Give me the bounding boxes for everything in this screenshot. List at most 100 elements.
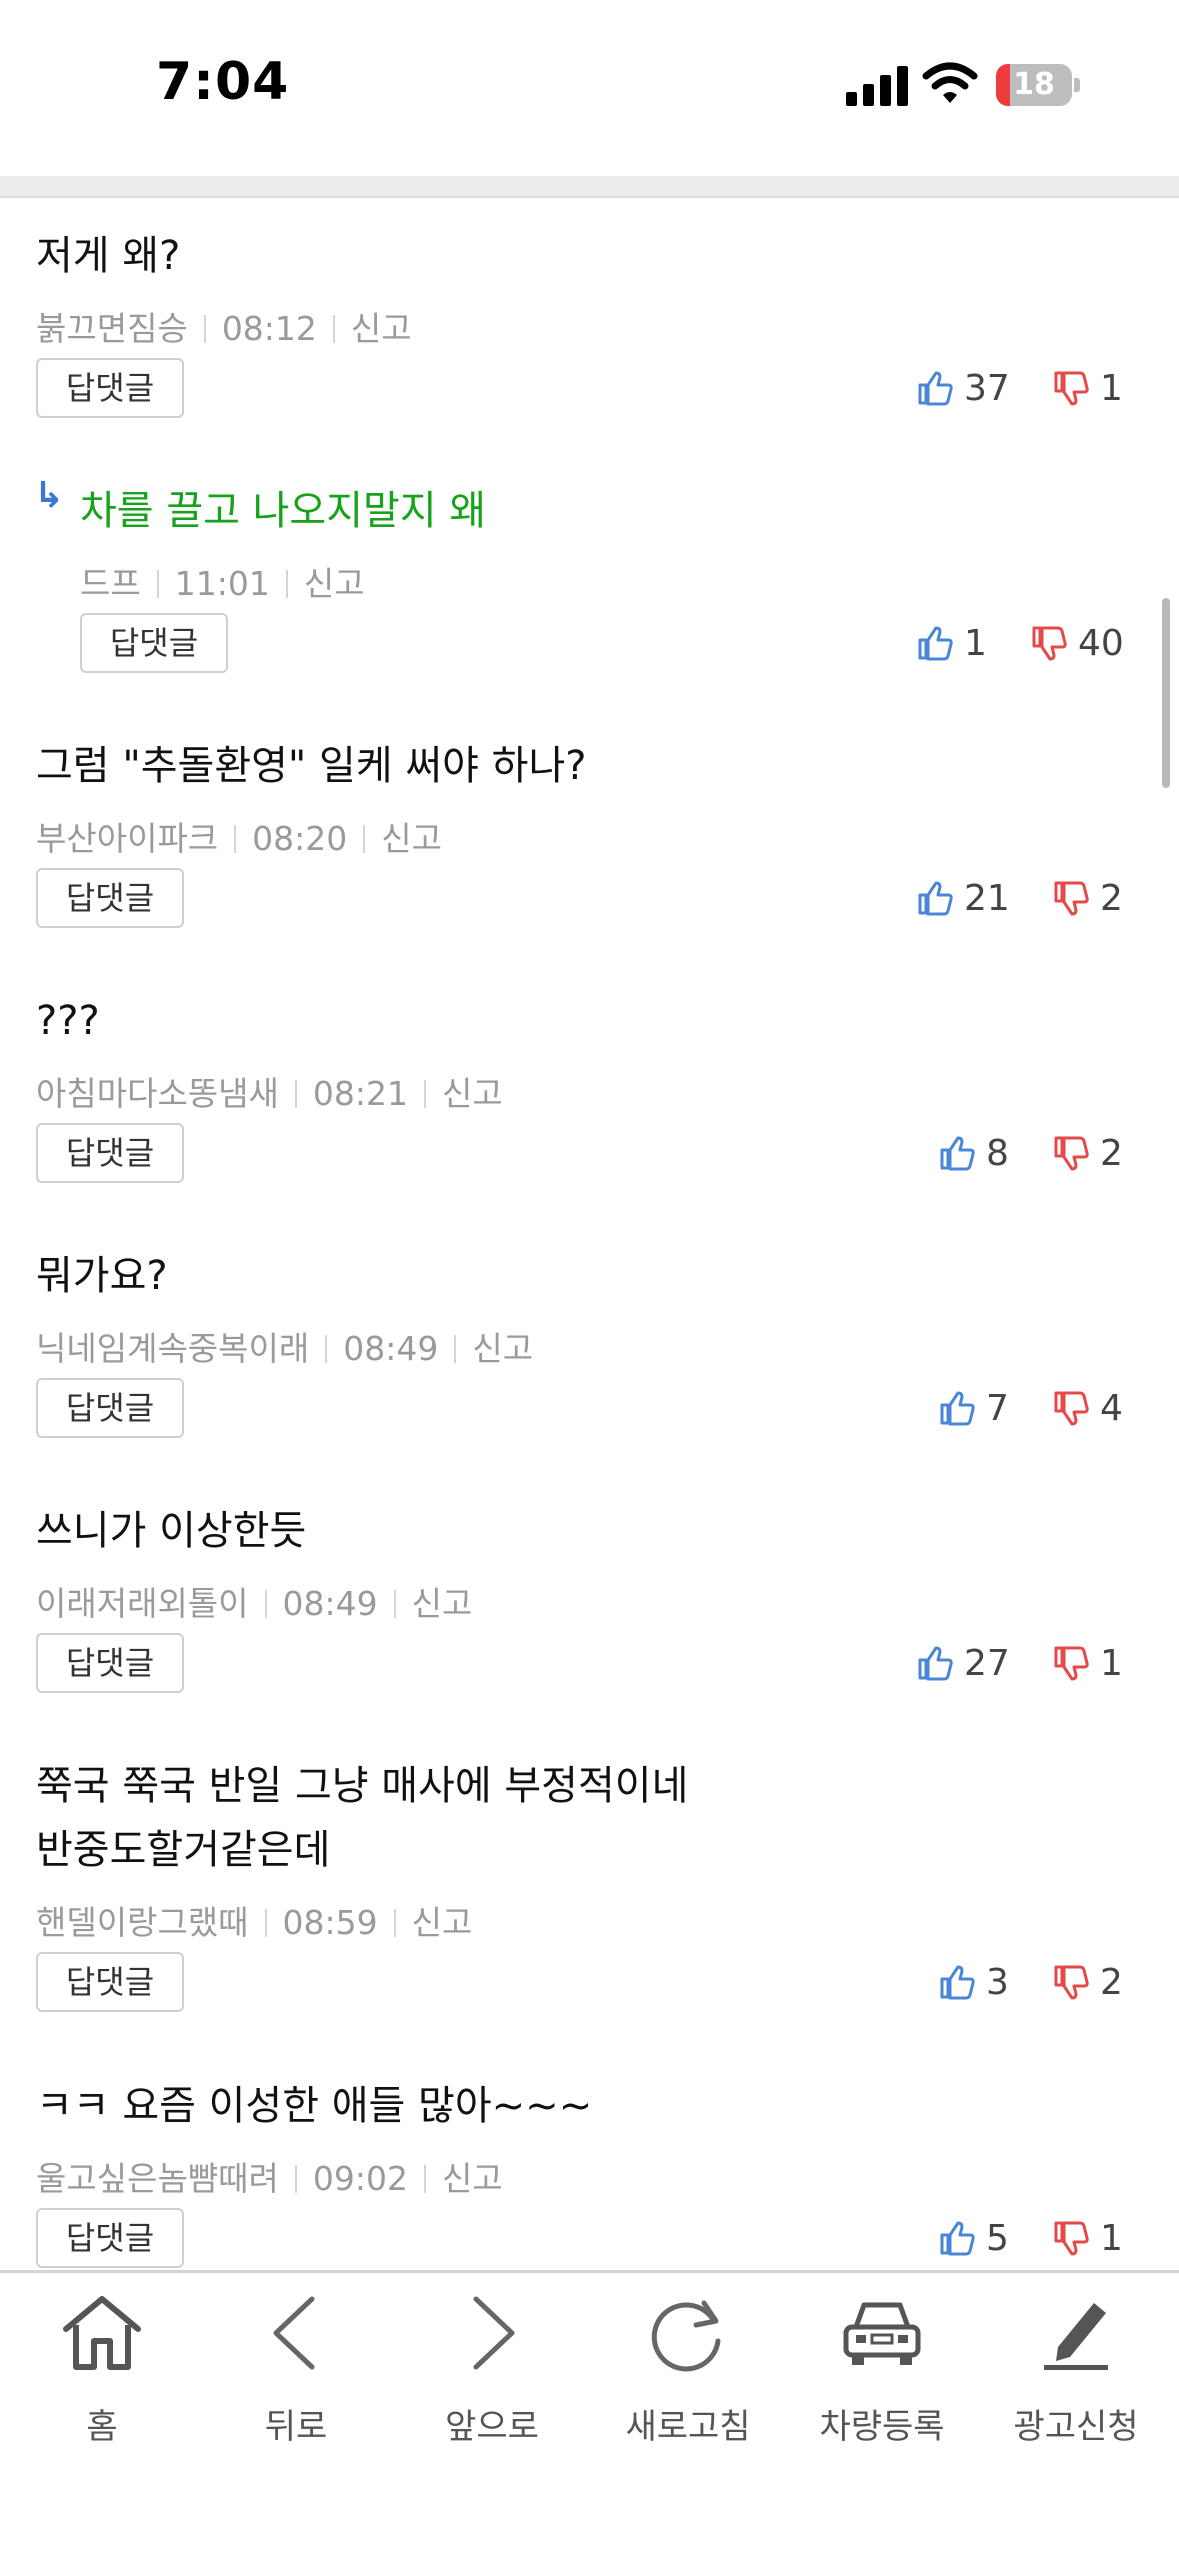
comment-time: 08:20	[252, 819, 348, 858]
thumbs-up-icon	[940, 1965, 975, 2000]
dislike-button[interactable]: 1	[1052, 1638, 1123, 1688]
dislike-count: 4	[1100, 1387, 1123, 1429]
nav-label: 홈	[86, 2407, 118, 2447]
like-button[interactable]: 21	[916, 873, 1010, 923]
report-link[interactable]: 신고	[472, 1329, 533, 1368]
reply-button[interactable]: 답댓글	[36, 2208, 184, 2268]
comment-author[interactable]: 붉끄면짐승	[36, 309, 188, 348]
comment-meta: 핸델이랑그랬때 08:59 신고	[36, 1896, 472, 1944]
comment-author[interactable]: 닉네임계속중복이래	[36, 1329, 309, 1368]
dislike-button[interactable]: 2	[1052, 873, 1123, 923]
thumbs-up-icon	[940, 1136, 975, 1171]
scrollbar[interactable]	[1162, 598, 1170, 788]
comment-item: 저게 왜? 붉끄면짐승 08:12 신고 답댓글 37 1	[0, 198, 1179, 455]
wifi-icon	[922, 62, 978, 103]
report-link[interactable]: 신고	[381, 819, 442, 858]
like-count: 21	[964, 877, 1010, 919]
nav-home-button[interactable]: 홈	[4, 2293, 200, 2493]
comment-meta: 이래저래외톨이 08:49 신고	[36, 1577, 472, 1625]
dislike-button[interactable]: 2	[1052, 1128, 1123, 1178]
thumbs-down-icon	[1032, 626, 1067, 661]
thumbs-down-icon	[1054, 1391, 1089, 1426]
dislike-count: 1	[1100, 1642, 1123, 1684]
dislike-count: 2	[1100, 1961, 1123, 2003]
dislike-button[interactable]: 2	[1052, 1957, 1123, 2007]
report-link[interactable]: 신고	[304, 564, 365, 603]
nav-car-register-button[interactable]: 차량등록	[784, 2293, 980, 2493]
dislike-button[interactable]: 4	[1052, 1383, 1123, 1433]
comment-author[interactable]: 핸델이랑그랬때	[36, 1903, 249, 1942]
thumbs-down-icon	[1054, 1646, 1089, 1681]
comment-author[interactable]: 부산아이파크	[36, 819, 218, 858]
comment-text: 저게 왜?	[36, 233, 181, 279]
comment-meta: 드프 11:01 신고	[80, 557, 365, 605]
comment-text: ㅋㅋ 요즘 이성한 애들 많아~~~	[36, 2083, 593, 2129]
reply-button[interactable]: 답댓글	[36, 1123, 184, 1183]
reply-button[interactable]: 답댓글	[36, 868, 184, 928]
comment-time: 08:49	[282, 1584, 378, 1623]
comment-meta: 닉네임계속중복이래 08:49 신고	[36, 1322, 533, 1370]
thumbs-down-icon	[1054, 1965, 1089, 2000]
report-link[interactable]: 신고	[351, 309, 412, 348]
section-divider	[0, 176, 1179, 198]
thumbs-up-icon	[918, 371, 953, 406]
like-button[interactable]: 1	[916, 618, 987, 668]
bottom-nav: 홈 뒤로 앞으로 새로고침 차량등록 광고신청	[0, 2270, 1179, 2559]
reply-button[interactable]: 답댓글	[36, 1378, 184, 1438]
refresh-icon	[651, 2300, 721, 2372]
dislike-count: 40	[1078, 622, 1124, 664]
dislike-count: 2	[1100, 877, 1123, 919]
like-count: 27	[964, 1642, 1010, 1684]
nav-refresh-button[interactable]: 새로고침	[590, 2293, 786, 2493]
nav-back-button[interactable]: 뒤로	[198, 2293, 394, 2493]
comment-meta: 부산아이파크 08:20 신고	[36, 812, 442, 860]
comment-time: 08:49	[343, 1329, 439, 1368]
comment-author[interactable]: 아침마다소똥냄새	[36, 1074, 279, 1113]
chevron-right-icon	[473, 2296, 515, 2370]
like-button[interactable]: 27	[916, 1638, 1010, 1688]
report-link[interactable]: 신고	[442, 1074, 503, 1113]
like-button[interactable]: 3	[938, 1957, 1009, 2007]
thumbs-up-icon	[940, 2221, 975, 2256]
status-time: 7:04	[156, 52, 290, 112]
nav-forward-button[interactable]: 앞으로	[394, 2293, 590, 2493]
comment-item: ㅋㅋ 요즘 이성한 애들 많아~~~ 울고싶은놈뺨때려 09:02 신고 답댓글 5 1	[0, 2048, 1179, 2305]
report-link[interactable]: 신고	[412, 1903, 473, 1942]
reply-button[interactable]: 답댓글	[36, 1633, 184, 1693]
dislike-button[interactable]: 40	[1030, 618, 1124, 668]
reply-button[interactable]: 답댓글	[36, 358, 184, 418]
comment-author[interactable]: 울고싶은놈뺨때려	[36, 2159, 279, 2198]
comment-author[interactable]: 이래저래외톨이	[36, 1584, 249, 1623]
like-button[interactable]: 37	[916, 363, 1010, 413]
dislike-count: 2	[1100, 1132, 1123, 1174]
thumbs-down-icon	[1054, 371, 1089, 406]
nav-label: 광고신청	[1013, 2407, 1139, 2447]
nav-label: 앞으로	[445, 2407, 539, 2447]
comment-time: 08:21	[312, 1074, 408, 1113]
comment-text: 뭐가요?	[36, 1253, 168, 1299]
dislike-button[interactable]: 1	[1052, 2213, 1123, 2263]
thumbs-up-icon	[918, 881, 953, 916]
like-count: 1	[964, 622, 987, 664]
like-count: 5	[986, 2217, 1009, 2259]
like-button[interactable]: 5	[938, 2213, 1009, 2263]
thumbs-up-icon	[918, 626, 953, 661]
like-button[interactable]: 7	[938, 1383, 1009, 1433]
comment-meta: 아침마다소똥냄새 08:21 신고	[36, 1067, 503, 1115]
nav-label: 새로고침	[625, 2407, 751, 2447]
reply-button[interactable]: 답댓글	[36, 1952, 184, 2012]
like-count: 8	[986, 1132, 1009, 1174]
comment-author[interactable]: 드프	[80, 564, 141, 603]
thumbs-up-icon	[918, 1646, 953, 1681]
reply-button[interactable]: 답댓글	[80, 613, 228, 673]
like-button[interactable]: 8	[938, 1128, 1009, 1178]
nav-ad-request-button[interactable]: 광고신청	[978, 2293, 1174, 2493]
comment-text: 차를 끌고 나오지말지 왜	[80, 488, 487, 534]
report-link[interactable]: 신고	[442, 2159, 503, 2198]
dislike-count: 1	[1100, 367, 1123, 409]
dislike-button[interactable]: 1	[1052, 363, 1123, 413]
dislike-count: 1	[1100, 2217, 1123, 2259]
comment-text: 쭉국 쭉국 반일 그냥 매사에 부정적이네	[36, 1763, 689, 1809]
cellular-signal-icon	[846, 66, 908, 106]
report-link[interactable]: 신고	[412, 1584, 473, 1623]
